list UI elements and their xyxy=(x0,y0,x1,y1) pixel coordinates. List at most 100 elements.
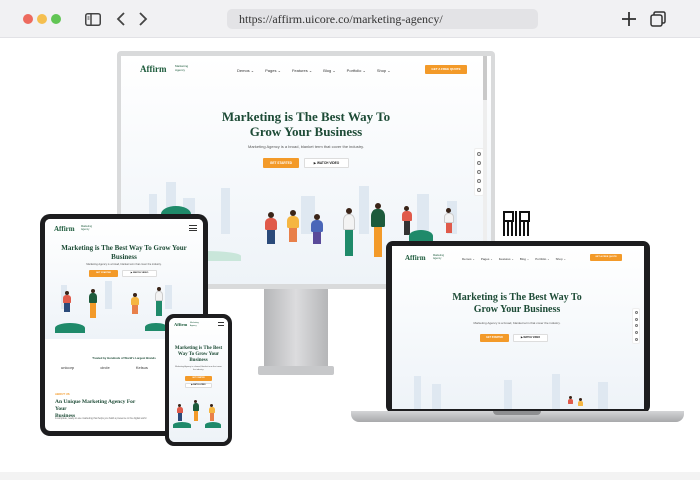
bush-illustration xyxy=(173,422,191,428)
hero-title-line-2: Grow Your Business xyxy=(249,124,363,139)
tool-icon-3[interactable] xyxy=(477,169,481,174)
logo-subtitle-2: Agency xyxy=(175,68,186,72)
section-title-line-1: An Unique Marketing Agency For Your xyxy=(55,399,136,412)
person-illustration xyxy=(63,291,71,313)
person-illustration xyxy=(131,293,139,315)
hero-title: Marketing is The Best Way To Grow Your B… xyxy=(61,244,187,261)
brand-logo-2: circle xyxy=(100,365,110,370)
close-window-button[interactable] xyxy=(23,14,33,24)
chevron-left-icon[interactable] xyxy=(110,8,132,30)
tool-icon-4[interactable] xyxy=(477,179,481,184)
watch-video-button[interactable]: ▶ WATCH VIDEO xyxy=(304,158,349,168)
site-logo[interactable]: Affirm xyxy=(174,322,187,327)
logo-subtitle-2: Agency xyxy=(433,257,442,260)
site-logo[interactable]: Affirm xyxy=(405,254,426,262)
browser-toolbar: https://affirm.uicore.co/marketing-agenc… xyxy=(0,0,700,38)
address-bar[interactable]: https://affirm.uicore.co/marketing-agenc… xyxy=(227,9,538,29)
tool-icon-1[interactable] xyxy=(634,310,638,314)
nav-item-demos[interactable]: Demos ⌄ xyxy=(237,68,254,73)
person-illustration xyxy=(209,404,215,422)
nav-item-portfolio[interactable]: Portfolio ⌄ xyxy=(535,257,549,261)
brand-logo-1: unicorp xyxy=(61,365,75,370)
watch-video-button[interactable]: ▶ WATCH VIDEO xyxy=(185,383,212,388)
laptop-notch xyxy=(493,411,541,415)
skyline-building xyxy=(598,382,608,409)
laptop-screen: Affirm Marketing Agency Demos ⌄ Pages ⌄ … xyxy=(392,246,644,409)
minimize-window-button[interactable] xyxy=(37,14,47,24)
hero-subtitle: Marketing Agency is a broad, blanket ter… xyxy=(86,263,162,266)
phone-screen: Affirm Marketing Agency Marketing is The… xyxy=(169,318,228,442)
cart-icon[interactable] xyxy=(634,338,638,342)
logo-subtitle-2: Agency xyxy=(190,324,197,327)
person-illustration xyxy=(287,210,299,244)
nav-item-portfolio[interactable]: Portfolio ⌄ xyxy=(347,68,366,73)
get-started-button[interactable]: GET STARTED xyxy=(263,158,299,168)
main-nav: Demos ⌄ Pages ⌄ Features ⌄ Blog ⌄ Portfo… xyxy=(462,257,566,261)
skyline-building xyxy=(504,380,512,409)
hero-subtitle: Marketing Agency is a broad, blanket ter… xyxy=(248,144,364,149)
bush-illustration xyxy=(205,422,221,428)
nav-item-features[interactable]: Features ⌄ xyxy=(499,257,514,261)
hero-subtitle: Marketing Agency is a broad, blanket ter… xyxy=(473,321,561,325)
person-illustration xyxy=(371,203,385,259)
get-started-button[interactable]: GET STARTED xyxy=(480,334,509,342)
url-text: https://affirm.uicore.co/marketing-agenc… xyxy=(239,12,443,26)
chevron-right-icon[interactable] xyxy=(132,8,154,30)
floating-toolbar xyxy=(474,148,484,196)
nav-item-pages[interactable]: Pages ⌄ xyxy=(265,68,281,73)
qr-code-icon xyxy=(503,211,530,236)
get-started-button[interactable]: GET STARTED xyxy=(89,270,118,277)
nav-item-shop[interactable]: Shop ⌄ xyxy=(377,68,391,73)
skyline-building xyxy=(432,384,441,409)
tool-icon-2[interactable] xyxy=(477,160,481,165)
nav-item-blog[interactable]: Blog ⌄ xyxy=(520,257,529,261)
logo-subtitle-2: Agency xyxy=(81,228,90,231)
maximize-window-button[interactable] xyxy=(51,14,61,24)
get-started-button[interactable]: GET STARTED xyxy=(185,376,212,381)
person-illustration xyxy=(265,212,277,246)
person-illustration xyxy=(193,400,199,422)
site-logo[interactable]: Affirm xyxy=(140,64,167,74)
hamburger-menu-icon[interactable] xyxy=(189,225,197,231)
nav-item-blog[interactable]: Blog ⌄ xyxy=(323,68,335,73)
person-illustration xyxy=(177,404,183,422)
tool-icon-2[interactable] xyxy=(634,317,638,321)
brand-logo-3: Kelsus xyxy=(135,365,148,370)
skyline-building xyxy=(552,374,560,409)
bush-illustration xyxy=(55,323,85,333)
floating-toolbar xyxy=(632,308,640,344)
hero-title: Marketing is The Best Way To Grow Your B… xyxy=(174,346,223,363)
person-illustration xyxy=(444,208,454,234)
watch-video-button[interactable]: ▶ WATCH VIDEO xyxy=(513,334,548,342)
nav-item-pages[interactable]: Pages ⌄ xyxy=(481,257,493,261)
tool-icon-3[interactable] xyxy=(634,324,638,328)
hero-title-line-2: Grow Your Business xyxy=(473,304,561,315)
watch-video-button[interactable]: ▶ WATCH VIDEO xyxy=(122,270,157,277)
scrollbar-thumb[interactable] xyxy=(483,56,487,100)
tab-overview-icon[interactable] xyxy=(647,8,669,30)
plus-icon[interactable] xyxy=(618,8,640,30)
hero-title-line-1: Marketing is The Best Way To xyxy=(452,292,582,303)
section-label: ABOUT US xyxy=(55,392,70,396)
main-nav: Demos ⌄ Pages ⌄ Features ⌄ Blog ⌄ Portfo… xyxy=(237,68,391,73)
get-quote-button[interactable]: GET A FREE QUOTE xyxy=(590,254,622,261)
hero-title-line-1: Marketing is The Best Way To xyxy=(221,109,391,124)
nav-item-demos[interactable]: Demos ⌄ xyxy=(462,257,475,261)
bush-illustration xyxy=(145,323,167,331)
skyline-building xyxy=(414,376,421,409)
skyline-building xyxy=(165,285,172,309)
sidebar-toggle-icon[interactable] xyxy=(82,8,104,30)
tool-icon-1[interactable] xyxy=(477,151,481,156)
cart-icon[interactable] xyxy=(477,188,481,193)
skyline-building xyxy=(105,281,112,309)
monitor-stand-foot xyxy=(258,366,334,375)
tool-icon-4[interactable] xyxy=(634,331,638,335)
get-quote-button[interactable]: GET A FREE QUOTE xyxy=(425,65,467,74)
person-illustration xyxy=(568,396,573,409)
nav-item-shop[interactable]: Shop ⌄ xyxy=(556,257,566,261)
person-illustration xyxy=(343,208,355,258)
hamburger-menu-icon[interactable] xyxy=(218,322,224,326)
monitor-stand-neck xyxy=(264,289,328,369)
nav-item-features[interactable]: Features ⌄ xyxy=(292,68,312,73)
site-logo[interactable]: Affirm xyxy=(54,225,75,233)
